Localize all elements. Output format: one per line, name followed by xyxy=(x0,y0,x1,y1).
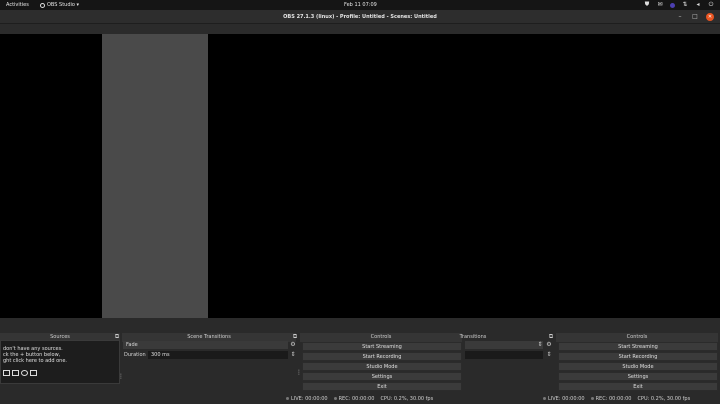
cpu-status: CPU: 0.2%, 30.00 fps xyxy=(380,396,434,402)
window-title-bar: OBS 27.1.3 (linux) - Profile: Untitled -… xyxy=(0,10,720,24)
live-dot-icon-2 xyxy=(543,397,546,400)
start-recording-button-2[interactable]: Start Recording xyxy=(558,352,718,361)
transitions-duration-spin-icon[interactable]: ⇕ xyxy=(546,352,552,358)
controls-dock-title: Controls xyxy=(300,333,462,342)
start-streaming-button[interactable]: Start Streaming xyxy=(302,342,462,351)
settings-button[interactable]: Settings xyxy=(302,372,462,381)
display-source-icon xyxy=(12,370,19,376)
cpu-status-2: CPU: 0.2%, 30.00 fps xyxy=(637,396,691,402)
tray-app-indicator-icon[interactable] xyxy=(670,2,675,8)
exit-button[interactable]: Exit xyxy=(302,382,462,391)
clock[interactable]: Feb 11 07:09 xyxy=(344,2,377,8)
window-controls: – □ ✕ xyxy=(676,13,714,21)
scene-preview-left[interactable] xyxy=(0,34,102,318)
status-bar-2: LIVE: 00:00:00 REC: 00:00:00 CPU: 0.2%, … xyxy=(543,394,690,404)
app-menu-label: OBS Studio ▾ xyxy=(47,2,80,8)
sources-scroll-icon[interactable]: ⋮ xyxy=(118,374,124,380)
settings-button-2[interactable]: Settings xyxy=(558,372,718,381)
transitions-gear-icon[interactable]: ⚙ xyxy=(546,342,552,348)
gnome-top-bar: Activities OBS Studio ▾ Feb 11 07:09 ⛊ ✉… xyxy=(0,0,720,10)
system-tray: ⛊ ✉ ⇅ ◂ ⏻ xyxy=(644,1,714,9)
transition-select[interactable]: Fade xyxy=(123,341,288,349)
rec-status: REC: 00:00:00 xyxy=(333,394,375,404)
start-streaming-button-2[interactable]: Start Streaming xyxy=(558,342,718,351)
status-bar-1: LIVE: 00:00:00 REC: 00:00:00 CPU: 0.2%, … xyxy=(286,394,433,404)
duration-label: Duration xyxy=(124,352,146,358)
duration-input[interactable]: 300 ms xyxy=(148,351,288,359)
transitions-select[interactable] xyxy=(465,341,543,349)
duration-spin-icon[interactable]: ⇕ xyxy=(290,352,296,358)
sources-empty-line-3: ght click here to add one. xyxy=(3,358,68,364)
rec-dot-icon-2 xyxy=(590,397,594,400)
image-source-icon xyxy=(3,370,10,376)
studio-mode-button-2[interactable]: Studio Mode xyxy=(558,362,718,371)
controls2-dock-title: Controls xyxy=(556,333,718,342)
transitions-duration[interactable] xyxy=(465,351,543,359)
window-title: OBS 27.1.3 (linux) - Profile: Untitled -… xyxy=(283,14,437,20)
exit-button-2[interactable]: Exit xyxy=(558,382,718,391)
volume-icon[interactable]: ◂ xyxy=(695,2,701,8)
tray-chat-icon[interactable]: ✉ xyxy=(657,2,663,8)
rec-status-2: REC: 00:00:00 xyxy=(590,394,632,404)
live-status-text: LIVE: 00:00:00 xyxy=(291,396,328,402)
live-status-2: LIVE: 00:00:00 xyxy=(543,394,585,404)
sources-list[interactable]: don't have any sources. ck the + button … xyxy=(0,340,120,384)
network-icon[interactable]: ⇅ xyxy=(682,2,688,8)
transition-settings-gear-icon[interactable]: ⚙ xyxy=(290,342,296,348)
obs-icon xyxy=(40,2,45,8)
tray-shield-icon[interactable]: ⛊ xyxy=(644,2,650,8)
close-icon[interactable]: ✕ xyxy=(706,13,714,21)
power-icon[interactable]: ⏻ xyxy=(708,2,714,8)
browser-source-icon xyxy=(21,370,28,376)
studio-mode-button[interactable]: Studio Mode xyxy=(302,362,462,371)
live-status-text-2: LIVE: 00:00:00 xyxy=(548,396,585,402)
minimize-icon[interactable]: – xyxy=(676,13,684,21)
source-type-icons xyxy=(3,370,37,376)
rec-dot-icon xyxy=(333,397,337,400)
rec-status-text-2: REC: 00:00:00 xyxy=(595,396,632,402)
scene-transitions-float-icon[interactable]: ⧉ xyxy=(292,334,298,340)
app-menu[interactable]: OBS Studio ▾ xyxy=(40,2,79,8)
live-dot-icon xyxy=(286,397,289,400)
main-preview[interactable] xyxy=(208,34,720,318)
live-status: LIVE: 00:00:00 xyxy=(286,394,328,404)
rec-status-text: REC: 00:00:00 xyxy=(338,396,375,402)
camera-source-icon xyxy=(30,370,37,376)
preview-gray-area xyxy=(102,34,208,318)
activities-button[interactable]: Activities xyxy=(6,2,29,8)
transitions-float-icon[interactable]: ⧉ xyxy=(548,334,554,340)
start-recording-button[interactable]: Start Recording xyxy=(302,352,462,361)
menu-strip xyxy=(0,25,720,34)
maximize-icon[interactable]: □ xyxy=(691,13,699,21)
transitions-spin-icon[interactable]: ⇕ xyxy=(537,342,543,348)
